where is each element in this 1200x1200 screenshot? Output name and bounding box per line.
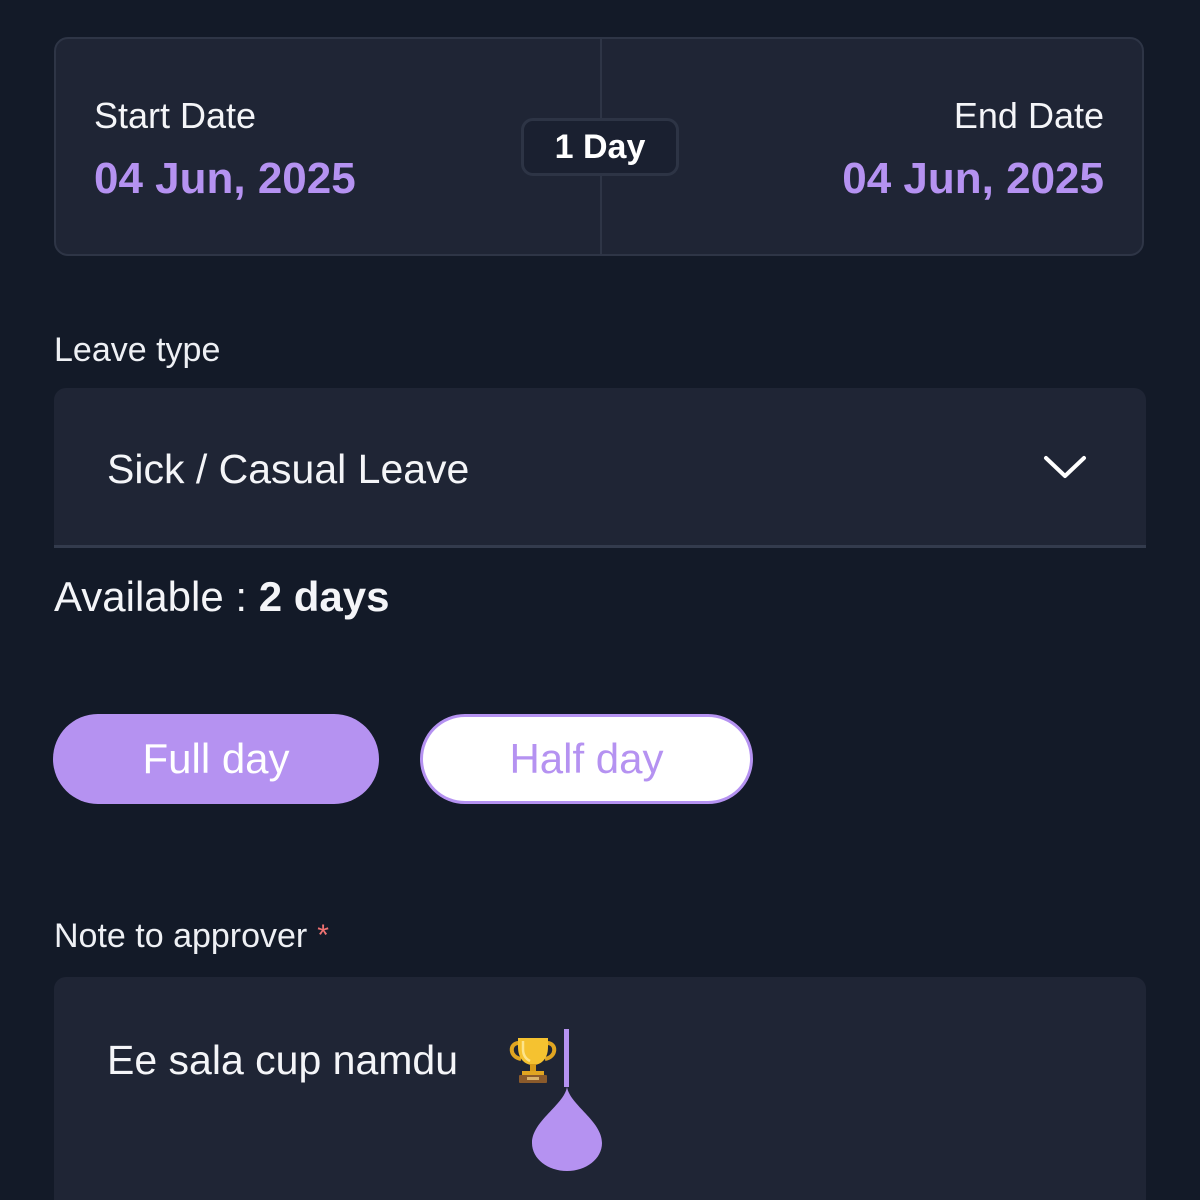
required-marker: * [317, 919, 329, 952]
start-date-picker[interactable]: Start Date 04 Jun, 2025 [94, 95, 356, 203]
end-date-picker[interactable]: End Date 04 Jun, 2025 [842, 95, 1104, 203]
note-textarea[interactable]: Ee sala cup namdu [54, 977, 1146, 1200]
half-day-button[interactable]: Half day [420, 714, 753, 804]
text-cursor [564, 1029, 569, 1087]
note-label: Note to approver * [54, 916, 329, 956]
start-date-value: 04 Jun, 2025 [94, 154, 356, 203]
note-label-text: Note to approver [54, 917, 308, 955]
availability-prefix: Available : [54, 573, 259, 620]
cursor-handle-icon[interactable] [532, 1087, 602, 1171]
date-range-card: Start Date 04 Jun, 2025 1 Day End Date 0… [54, 37, 1144, 256]
end-date-value: 04 Jun, 2025 [842, 154, 1104, 203]
leave-type-label: Leave type [54, 331, 221, 369]
end-date-label: End Date [953, 95, 1104, 136]
leave-type-selected-value: Sick / Casual Leave [107, 446, 470, 492]
availability-text: Available : 2 days [54, 572, 389, 622]
leave-type-select[interactable]: Sick / Casual Leave [54, 388, 1146, 548]
leave-request-form: Start Date 04 Jun, 2025 1 Day End Date 0… [0, 0, 1200, 1200]
duration-badge: 1 Day [521, 118, 679, 176]
full-day-button[interactable]: Full day [53, 714, 379, 804]
trophy-icon [509, 1038, 557, 1083]
note-text-value: Ee sala cup namdu [107, 1037, 459, 1083]
start-date-label: Start Date [94, 95, 257, 136]
availability-count: 2 days [258, 573, 390, 620]
chevron-down-icon [1044, 456, 1086, 478]
